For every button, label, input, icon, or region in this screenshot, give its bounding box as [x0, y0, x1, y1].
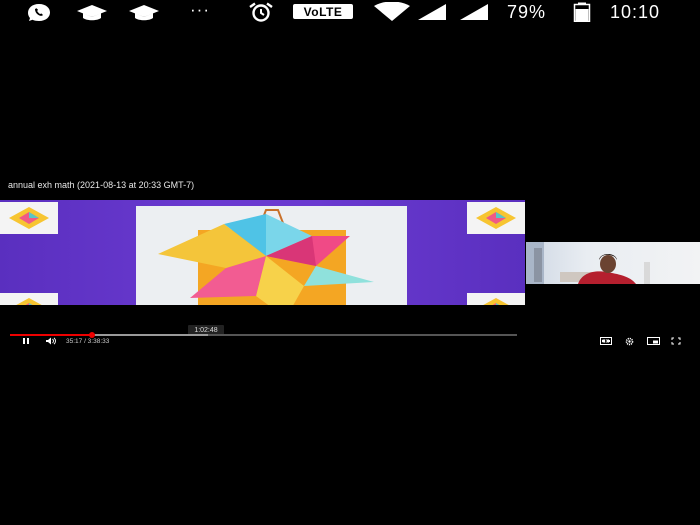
origami-star-image — [136, 206, 407, 305]
video-title: annual exh math (2021-08-13 at 20:33 GMT… — [8, 180, 195, 190]
captions-icon[interactable] — [600, 336, 612, 346]
volte-badge: VoLTE — [293, 4, 353, 19]
origami-tile-image — [467, 202, 525, 234]
video-player[interactable]: annual exh math (2021-08-13 at 20:33 GMT… — [0, 178, 612, 346]
player-controls-right — [526, 334, 700, 346]
more-notifications-icon: ··· — [190, 0, 210, 19]
player-controls: 35:17 / 3:38:33 CC — [0, 336, 612, 346]
signal-icon — [416, 2, 448, 22]
presenter-image — [526, 242, 650, 284]
signal-icon — [458, 2, 490, 22]
clock: 10:10 — [610, 1, 661, 22]
settings-icon[interactable] — [625, 336, 634, 346]
whatsapp-icon — [22, 2, 56, 22]
fullscreen-icon[interactable] — [671, 336, 681, 346]
battery-percent: 79% — [507, 1, 547, 22]
wifi-icon — [372, 2, 412, 22]
volume-icon[interactable] — [45, 336, 57, 346]
origami-tile-image — [0, 202, 58, 234]
pause-icon[interactable] — [22, 336, 30, 346]
alarm-icon — [245, 2, 277, 22]
miniplayer-icon[interactable] — [647, 336, 660, 346]
video-frame[interactable] — [0, 200, 525, 305]
time-display: 35:17 / 3:38:33 — [66, 337, 110, 345]
battery-icon — [572, 2, 592, 22]
origami-tile-image — [0, 293, 58, 305]
origami-tile-image — [467, 293, 525, 305]
graduation-cap-icon — [127, 2, 161, 22]
graduation-cap-icon — [75, 2, 109, 22]
camera-feed-pip[interactable] — [526, 242, 700, 284]
status-bar: ··· VoLTE 79% 10:10 — [0, 0, 700, 24]
